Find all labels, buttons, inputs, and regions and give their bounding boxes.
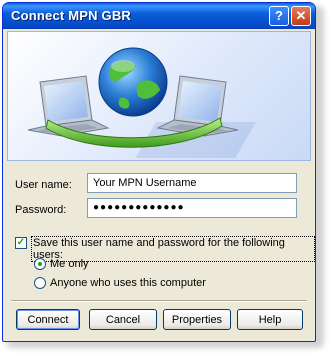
username-field[interactable] [87,173,297,193]
right-laptop-icon [156,75,239,137]
globe-icon [98,47,168,117]
password-label: Password: [15,204,67,216]
separator [11,300,307,302]
radio-anyone-label[interactable]: Anyone who uses this computer [50,277,206,289]
title-bar[interactable]: Connect MPN GBR ? ✕ [3,3,315,29]
password-field[interactable]: ●●●●●●●●●●●●● [87,198,297,218]
close-button[interactable]: ✕ [291,6,311,26]
help-title-button[interactable]: ? [269,6,289,26]
close-icon: ✕ [295,8,307,23]
network-connection-globe-laptops-icon [27,47,257,158]
radio-anyone[interactable] [34,277,46,289]
properties-button[interactable]: Properties [163,309,231,330]
checkmark-icon: ✓ [16,237,26,248]
save-password-checkbox[interactable]: ✓ [15,237,27,249]
connect-button[interactable]: Connect [16,309,80,330]
question-mark-icon: ? [275,8,283,23]
radio-me-only[interactable] [34,258,46,270]
connection-banner [7,31,311,161]
connect-dialog: Connect MPN GBR ? ✕ User name: Your MPN … [2,2,316,342]
left-laptop-icon [27,75,110,137]
help-button[interactable]: Help [237,309,303,330]
window-title: Connect MPN GBR [11,8,131,23]
username-label: User name: [15,179,72,191]
cancel-button[interactable]: Cancel [89,309,157,330]
radio-me-only-label[interactable]: Me only [50,258,89,270]
